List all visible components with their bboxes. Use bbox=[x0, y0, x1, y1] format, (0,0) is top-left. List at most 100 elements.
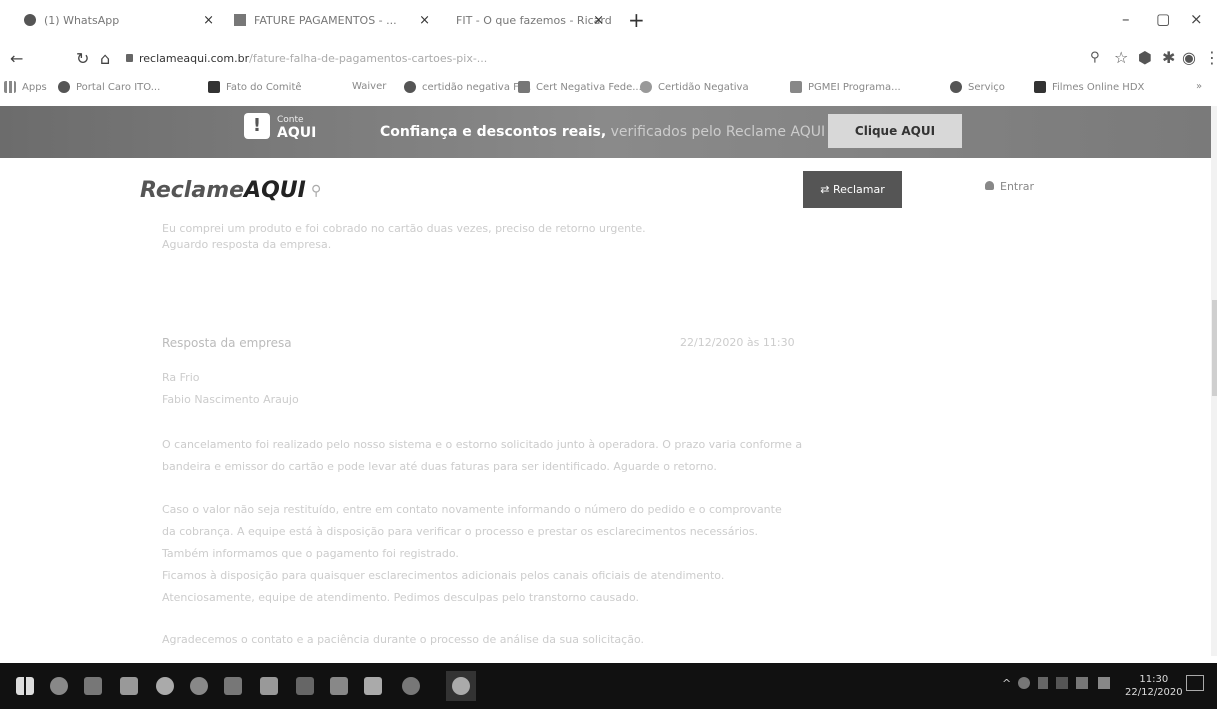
bookmark-apps[interactable]: Apps bbox=[4, 81, 47, 93]
app-icon[interactable] bbox=[364, 677, 382, 695]
tab-close-icon[interactable]: × bbox=[593, 13, 604, 28]
complaint-text-line: Eu comprei um produto e foi cobrado no c… bbox=[162, 222, 646, 235]
scrollbar-thumb[interactable] bbox=[1212, 300, 1217, 396]
lock-icon bbox=[126, 54, 133, 62]
search-icon[interactable]: ⚲ bbox=[1090, 50, 1100, 65]
bookmark-portal[interactable]: Portal Caro ITO... bbox=[58, 81, 160, 93]
tray-expand-icon[interactable]: ^ bbox=[1002, 677, 1011, 690]
response-paragraph: Atenciosamente, equipe de atendimento. P… bbox=[162, 591, 639, 604]
response-paragraph: O cancelamento foi realizado pelo nosso … bbox=[162, 438, 803, 451]
flag-icon bbox=[208, 81, 220, 93]
response-paragraph: da cobrança. A equipe está à disposição … bbox=[162, 525, 758, 538]
app-icon[interactable] bbox=[330, 677, 348, 695]
battery-icon[interactable] bbox=[1038, 677, 1048, 689]
profile-icon[interactable]: ◉ bbox=[1182, 48, 1196, 67]
bookmark-fato[interactable]: Fato do Comitê bbox=[208, 81, 302, 93]
bookmark-servico[interactable]: Serviço bbox=[950, 81, 1005, 93]
tab-fature[interactable]: FATURE PAGAMENTOS - ... × bbox=[234, 6, 430, 34]
app-icon[interactable] bbox=[296, 677, 314, 695]
promo-cta-button[interactable]: Clique AQUI bbox=[828, 114, 962, 148]
close-window-button[interactable]: × bbox=[1190, 10, 1203, 28]
chrome-icon bbox=[452, 677, 470, 695]
app-icon[interactable] bbox=[402, 677, 420, 695]
clock-time: 11:30 bbox=[1139, 674, 1169, 685]
site-favicon-icon bbox=[234, 14, 246, 26]
bookmarks-bar: Apps Portal Caro ITO... Fato do Comitê W… bbox=[0, 76, 1217, 102]
play-icon bbox=[1034, 81, 1046, 93]
entrar-link[interactable]: Entrar bbox=[985, 180, 1034, 193]
tab-label: FIT - O que fazemos - Ricard bbox=[456, 13, 612, 27]
bookmark-filmes[interactable]: Filmes Online HDX bbox=[1034, 81, 1144, 93]
bookmark-certidao[interactable]: Certidão Negativa bbox=[640, 81, 749, 93]
minimize-button[interactable]: – bbox=[1122, 10, 1130, 28]
response-greeting: Ra Frio bbox=[162, 371, 200, 384]
browser-tab-strip: (1) WhatsApp × FATURE PAGAMENTOS - ... ×… bbox=[0, 0, 1217, 42]
tab-whatsapp[interactable]: (1) WhatsApp × bbox=[24, 6, 214, 34]
site-search-icon[interactable]: ⚲ bbox=[311, 183, 321, 199]
document-icon bbox=[518, 81, 530, 93]
user-icon bbox=[985, 181, 994, 190]
response-paragraph: Ficamos à disposição para quaisquer escl… bbox=[162, 569, 725, 582]
bookmark-certidao-fi[interactable]: certidão negativa FI... bbox=[404, 81, 531, 93]
app-icon[interactable] bbox=[260, 677, 278, 695]
seal-icon bbox=[640, 81, 652, 93]
globe-icon bbox=[58, 81, 70, 93]
promo-headline: Confiança e descontos reais, verificados… bbox=[380, 124, 826, 140]
document-icon bbox=[790, 81, 802, 93]
address-bar: ← ↻ ⌂ reclameaqui.com.br/fature-falha-de… bbox=[0, 42, 1217, 76]
reload-button[interactable]: ↻ bbox=[76, 49, 89, 68]
extension-icon[interactable]: ⬢ bbox=[1138, 48, 1152, 67]
tab-close-icon[interactable]: × bbox=[203, 13, 214, 28]
url-host: reclameaqui.com.br bbox=[139, 52, 250, 65]
reclamar-button[interactable]: ⇄ Reclamar bbox=[803, 171, 902, 208]
taskbar-clock[interactable]: 11:30 22/12/2020 bbox=[1125, 673, 1183, 699]
response-paragraph: bandeira e emissor do cartão e pode leva… bbox=[162, 460, 717, 473]
app-icon[interactable] bbox=[224, 677, 242, 695]
response-heading: Resposta da empresa bbox=[162, 336, 292, 350]
puzzle-icon[interactable]: ✱ bbox=[1162, 48, 1175, 67]
tab-close-icon[interactable]: × bbox=[419, 13, 430, 28]
url-field[interactable]: reclameaqui.com.br/fature-falha-de-pagam… bbox=[126, 52, 487, 65]
task-view-icon[interactable] bbox=[84, 677, 102, 695]
volume-icon[interactable] bbox=[1098, 677, 1110, 689]
back-button[interactable]: ← bbox=[10, 49, 23, 68]
complaint-text-line: Aguardo resposta da empresa. bbox=[162, 238, 332, 251]
start-icon[interactable] bbox=[16, 677, 34, 695]
new-tab-button[interactable]: + bbox=[628, 8, 645, 32]
tray-app-icon[interactable] bbox=[1018, 677, 1030, 689]
apps-grid-icon bbox=[4, 81, 16, 93]
tab-label: FATURE PAGAMENTOS - ... bbox=[254, 13, 397, 27]
reclame-aqui-logo[interactable]: ReclameAQUI bbox=[140, 178, 306, 203]
response-paragraph: Também informamos que o pagamento foi re… bbox=[162, 547, 459, 560]
menu-icon[interactable]: ⋮ bbox=[1204, 48, 1217, 67]
bookmarks-more-button[interactable]: » bbox=[1196, 81, 1202, 92]
bookmark-cert-fede[interactable]: Cert Negativa Fede... bbox=[518, 81, 642, 93]
response-paragraph: Agradecemos o contato e a paciência dura… bbox=[162, 633, 644, 646]
globe-icon bbox=[950, 81, 962, 93]
globe-icon bbox=[404, 81, 416, 93]
promo-brand-top: Conte bbox=[277, 115, 304, 125]
edge-icon[interactable] bbox=[156, 677, 174, 695]
home-button[interactable]: ⌂ bbox=[100, 49, 110, 68]
cortana-icon[interactable] bbox=[50, 677, 68, 695]
bookmark-pgmei[interactable]: PGMEI Programa... bbox=[790, 81, 901, 93]
url-path: /fature-falha-de-pagamentos-cartoes-pix-… bbox=[249, 52, 488, 65]
maximize-button[interactable]: ▢ bbox=[1156, 10, 1170, 28]
wifi-icon[interactable] bbox=[1076, 677, 1088, 689]
conte-aqui-logo-icon: ! bbox=[244, 113, 270, 139]
bookmark-waiver[interactable]: Waiver bbox=[352, 81, 386, 92]
app-icon[interactable] bbox=[120, 677, 138, 695]
whatsapp-icon bbox=[24, 14, 36, 26]
windows-taskbar: ^ 11:30 22/12/2020 bbox=[0, 663, 1217, 709]
clock-date: 22/12/2020 bbox=[1125, 687, 1183, 698]
response-date: 22/12/2020 às 11:30 bbox=[680, 336, 795, 349]
app-icon[interactable] bbox=[190, 677, 208, 695]
promo-banner: ! Conte AQUI Confiança e descontos reais… bbox=[0, 106, 1211, 158]
tab-fit[interactable]: FIT - O que fazemos - Ricard × bbox=[448, 6, 612, 34]
notification-icon[interactable] bbox=[1186, 675, 1204, 691]
chrome-taskbar-button[interactable] bbox=[446, 671, 476, 701]
response-signature: Fabio Nascimento Araujo bbox=[162, 393, 299, 406]
star-icon[interactable]: ☆ bbox=[1114, 48, 1128, 67]
response-paragraph: Caso o valor não seja restituído, entre … bbox=[162, 503, 782, 516]
network-icon[interactable] bbox=[1056, 677, 1068, 689]
